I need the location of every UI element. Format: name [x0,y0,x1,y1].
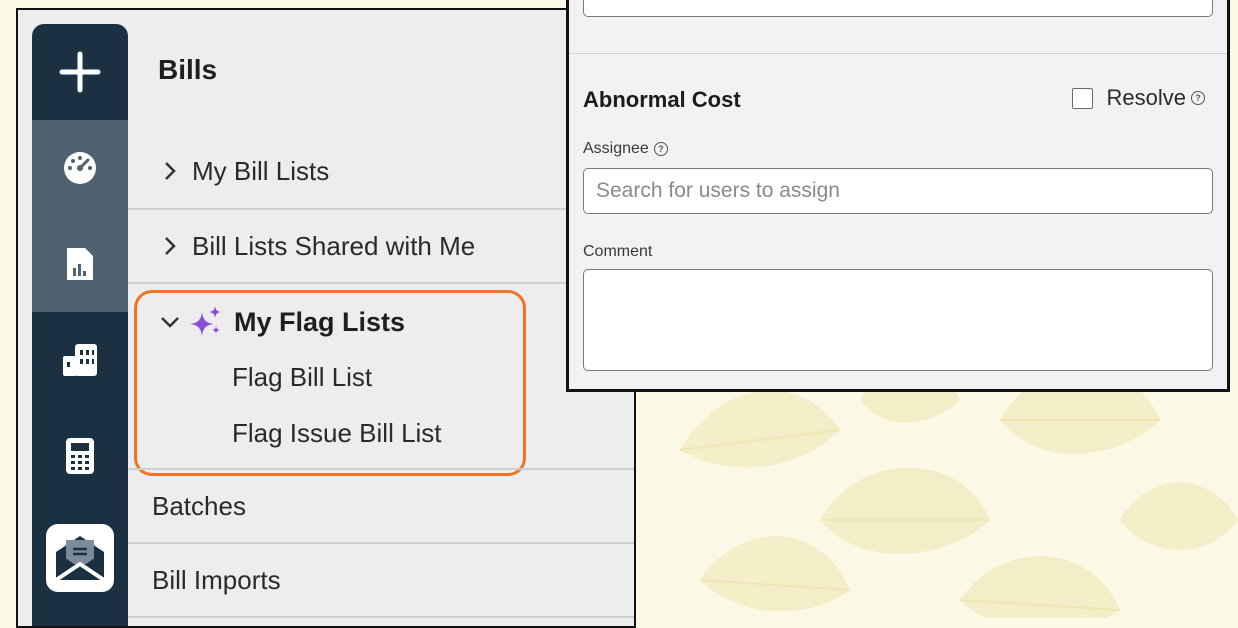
resolve-checkbox[interactable] [1071,87,1093,109]
plus-icon [59,51,101,93]
rail-mail[interactable] [32,510,128,606]
nav-item-label: Batches [152,490,246,521]
calculator-icon [66,438,94,474]
nav-item-bill-imports[interactable]: Bill Imports [128,544,634,618]
rail-reports[interactable] [32,216,128,312]
nav-item-label: Bill Lists Shared with Me [192,230,476,261]
help-icon[interactable]: ? [1191,91,1205,105]
assignee-placeholder: Search for users to assign [596,179,840,202]
assignee-search-input[interactable]: Search for users to assign [583,168,1213,214]
rail-calculator[interactable] [32,408,128,504]
comment-textarea[interactable] [583,269,1213,371]
dashboard-gauge-icon [64,152,96,184]
chevron-down-icon [158,315,182,329]
nav-item-shared-bill-lists[interactable]: Bill Lists Shared with Me [128,210,634,284]
comment-label: Comment [583,243,653,260]
divider [569,53,1227,54]
nav-group-label: My Flag Lists [234,306,406,337]
rail-dashboard[interactable] [32,120,128,216]
nav-item-label: Bill Imports [152,564,281,595]
add-button[interactable] [32,24,128,120]
nav-item-label: My Bill Lists [192,155,330,186]
nav-item-flag-bill-list[interactable]: Flag Bill List [232,362,372,393]
help-icon[interactable]: ? [653,142,668,156]
icon-rail [32,24,128,626]
resolve-label: Resolve [1106,85,1186,110]
assignee-label-text: Assignee [583,140,649,157]
mail-envelope-icon [46,524,114,592]
section-title: Abnormal Cost [583,87,741,112]
page-title: Bills [158,54,218,85]
assignee-label: Assignee ? [583,140,668,158]
rail-buildings[interactable] [32,312,128,408]
nav-item-my-flag-lists[interactable]: My Flag Lists [158,306,405,338]
chevron-right-icon [158,235,182,257]
sparkle-icon [190,306,222,338]
previous-field[interactable] [583,0,1213,17]
nav-item-flag-issue-bill-list[interactable]: Flag Issue Bill List [232,418,442,449]
chevron-right-icon [158,160,182,182]
resolve-checkbox-group[interactable]: Resolve ? [1071,85,1205,111]
buildings-icon [63,344,97,376]
flag-issue-panel: Abnormal Cost Resolve ? Assignee ? Searc… [566,0,1230,392]
nav-item-batches[interactable]: Batches [128,468,634,544]
bills-navigation-panel: Bills My Bill Lists Bill Lists Shared wi… [16,8,636,628]
nav-item-my-bill-lists[interactable]: My Bill Lists [128,134,634,210]
report-chart-icon [67,248,93,280]
